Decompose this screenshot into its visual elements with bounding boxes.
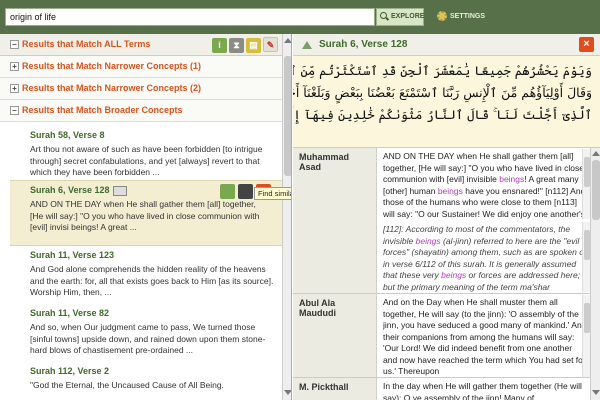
result-item[interactable]: Surah 11, Verse 123 And God alone compre…: [10, 246, 282, 304]
highlighted-term: beings: [499, 174, 525, 184]
similar-verses-icon[interactable]: [238, 184, 253, 199]
translation-row-maududi: Abul Ala Maududi And on the Day when He …: [293, 294, 590, 378]
tag-icon[interactable]: ▤: [246, 38, 261, 53]
results-scrollbar[interactable]: [282, 34, 291, 400]
expand-toggle[interactable]: +: [10, 62, 19, 71]
highlighted-term: beings: [437, 185, 463, 196]
concept-label: Results that Match Narrower Concepts (1): [22, 61, 202, 71]
settings-label: SETTINGS: [450, 12, 486, 20]
result-title[interactable]: Surah 6, Verse 128: [30, 185, 127, 196]
results-list: Surah 58, Verse 8 Art thou not aware of …: [10, 122, 282, 400]
translation-row-pickthall: M. Pickthall In the day when He will gat…: [293, 378, 590, 400]
verse-header: Surah 6, Verse 128 ×: [293, 34, 600, 56]
explore-button[interactable]: EXPLORE: [376, 8, 424, 26]
arabic-verse: وَيَوْمَ يَحْشُرُهُمْ جَمِيعًا يَٰمَعْشَ…: [293, 56, 600, 148]
result-snippet: And God alone comprehends the hidden rea…: [30, 264, 274, 297]
translation-text: And on the Day when He shall muster them…: [383, 297, 587, 376]
translator-name: Abul Ala Maududi: [293, 294, 377, 377]
hourglass-icon[interactable]: ⧗: [229, 38, 244, 53]
expand-toggle[interactable]: +: [10, 84, 19, 93]
search-icon: [380, 12, 387, 19]
scroll-up-icon[interactable]: [592, 151, 600, 156]
top-bar: EXPLORE SETTINGS: [0, 0, 600, 34]
header-icons: i ⧗ ▤ ✎: [210, 37, 278, 53]
arabic-line: وَقَالَ أَوْلِيَآؤُهُم مِّنَ ٱلْإِنسِ رَ…: [293, 85, 592, 100]
concept-row-narrower-1[interactable]: + Results that Match Narrower Concepts (…: [0, 56, 282, 78]
collapse-toggle[interactable]: –: [10, 106, 19, 115]
footnote-scrollbar[interactable]: [582, 222, 590, 292]
result-item[interactable]: Surah 58, Verse 8 Art thou not aware of …: [10, 126, 282, 178]
scrollbar-thumb[interactable]: [592, 160, 600, 220]
scroll-up-icon[interactable]: [284, 38, 291, 43]
translation-text: In the day when He will gather them toge…: [383, 381, 582, 400]
result-title[interactable]: Surah 11, Verse 123: [30, 250, 114, 260]
result-title[interactable]: Surah 112, Verse 2: [30, 366, 109, 376]
result-title-text: Surah 6, Verse 128: [30, 185, 110, 195]
translation-scrollbar[interactable]: [582, 295, 590, 377]
verse-panel-scrollbar[interactable]: [590, 148, 600, 400]
collapse-up-icon[interactable]: [302, 41, 312, 49]
result-snippet: "God the Eternal, the Uncaused Cause of …: [30, 380, 224, 390]
book-icon[interactable]: [112, 185, 127, 196]
concept-label: Results that Match Broader Concepts: [22, 105, 183, 115]
concept-row-broader[interactable]: – Results that Match Broader Concepts: [0, 100, 282, 122]
result-item[interactable]: Surah 112, Verse 2 "God the Eternal, the…: [10, 362, 282, 400]
settings-button[interactable]: SETTINGS: [437, 11, 485, 21]
result-item[interactable]: Surah 11, Verse 82 And so, when Our judg…: [10, 304, 282, 362]
translator-name: Muhammad Asad: [293, 148, 377, 293]
footnote-text: [112]: According to most of the commenta…: [383, 224, 588, 292]
result-snippet: Art thou not aware of such as have been …: [30, 144, 263, 177]
result-title[interactable]: Surah 58, Verse 8: [30, 130, 105, 140]
results-header[interactable]: – Results that Match ALL Terms i ⧗ ▤ ✎: [0, 34, 282, 56]
result-item-selected[interactable]: Surah 6, Verse 128 AND ON THE DAY when H…: [10, 180, 282, 246]
explore-label: EXPLORE: [391, 13, 425, 20]
translations-list: Muhammad Asad AND ON THE DAY when He sha…: [293, 148, 590, 400]
scroll-down-icon[interactable]: [284, 390, 291, 395]
pencil-icon[interactable]: ✎: [263, 37, 278, 52]
chart-icon[interactable]: [220, 184, 235, 199]
tooltip-find-similar: Find similar verses: [254, 187, 291, 200]
results-header-label: Results that Match ALL Terms: [22, 39, 151, 49]
concept-row-narrower-2[interactable]: + Results that Match Narrower Concepts (…: [0, 78, 282, 100]
gear-icon: [437, 11, 447, 21]
result-title[interactable]: Surah 11, Verse 82: [30, 308, 109, 318]
translation-row-asad: Muhammad Asad AND ON THE DAY when He sha…: [293, 148, 590, 294]
search-input[interactable]: [5, 8, 375, 26]
translation-text: AND ON THE DAY when He shall gather them…: [383, 151, 588, 219]
translation-scrollbar[interactable]: [582, 149, 590, 219]
highlighted-term: beings: [441, 270, 467, 280]
concept-label: Results that Match Narrower Concepts (2): [22, 83, 202, 93]
translator-name: M. Pickthall: [293, 378, 377, 400]
close-icon[interactable]: ×: [579, 37, 594, 52]
result-snippet: And so, when Our judgment came to pass, …: [30, 322, 266, 355]
collapse-toggle[interactable]: –: [10, 40, 19, 49]
arabic-line: ٱلَّذِىٓ أَجَّلْتَ لَنَا ۚ قَالَ ٱلنَّار…: [293, 107, 592, 122]
result-snippet: AND ON THE DAY when He shall gather them…: [30, 199, 260, 232]
arabic-line: وَيَوْمَ يَحْشُرُهُمْ جَمِيعًا يَٰمَعْشَ…: [293, 63, 592, 78]
verse-title: Surah 6, Verse 128: [319, 39, 408, 50]
verse-panel: Surah 6, Verse 128 × وَيَوْمَ يَحْشُرُهُ…: [293, 34, 600, 400]
results-panel: – Results that Match ALL Terms i ⧗ ▤ ✎ + Re…: [0, 34, 292, 400]
info-icon[interactable]: i: [212, 38, 227, 53]
highlighted-term: beings: [415, 235, 441, 246]
scroll-down-icon[interactable]: [592, 390, 600, 395]
scrollbar-thumb[interactable]: [284, 56, 291, 176]
